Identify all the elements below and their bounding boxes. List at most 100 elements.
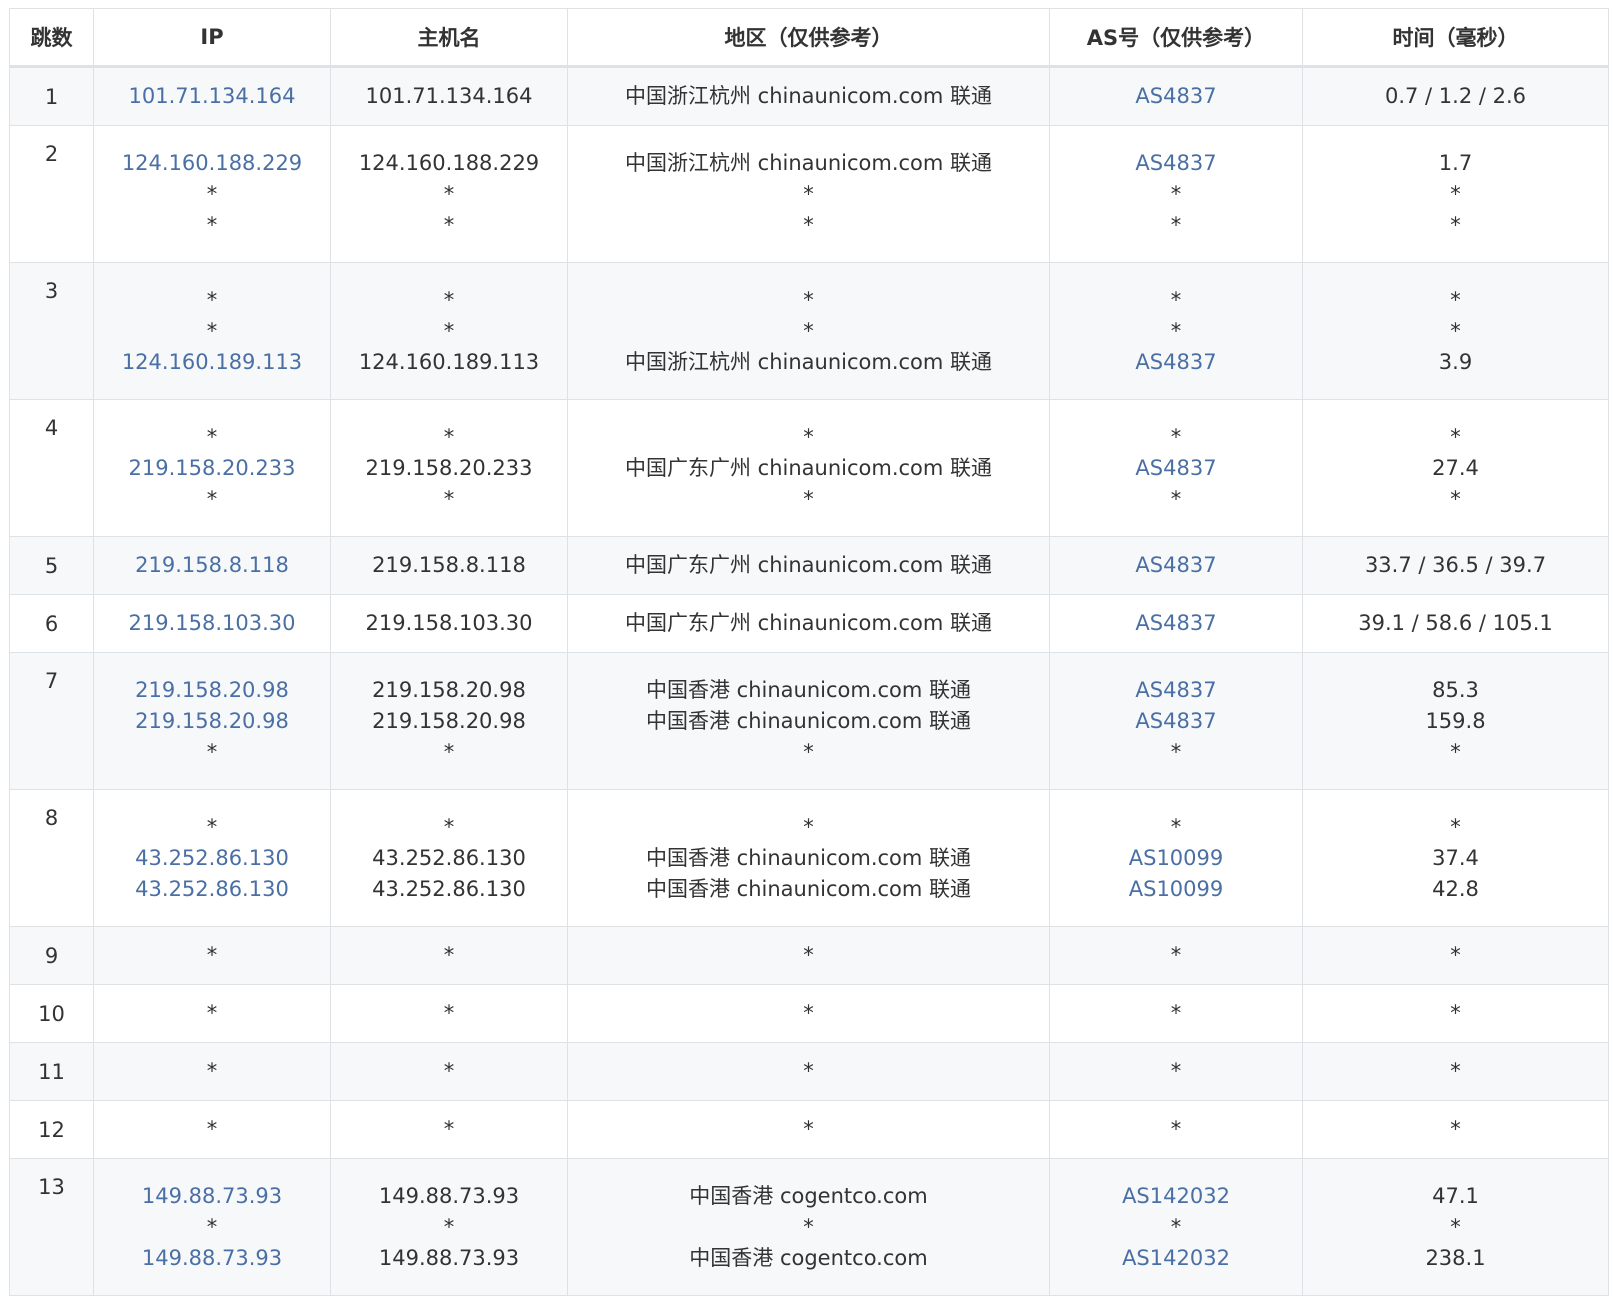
region-cell: 中国广东广州 chinaunicom.com 联通 xyxy=(567,536,1050,595)
latency-value: 3.9 xyxy=(1438,349,1473,374)
timeout-marker: * xyxy=(803,181,814,206)
timeout-marker: * xyxy=(1450,424,1461,449)
hostname-cell: * xyxy=(330,984,568,1043)
ip-link[interactable]: 124.160.188.229 xyxy=(100,148,324,179)
timeout-marker: * xyxy=(206,287,218,312)
latency-value: 33.7 / 36.5 / 39.7 xyxy=(1364,553,1547,577)
hostname-value: 149.88.73.93 xyxy=(378,1245,520,1270)
timeout-marker: * xyxy=(206,1059,218,1083)
ip-link[interactable]: 219.158.20.98 xyxy=(100,706,324,737)
as-number-link[interactable]: AS4837 xyxy=(1056,608,1296,639)
hostname-cell: 219.158.103.30 xyxy=(330,594,568,653)
ip-link[interactable]: 219.158.20.233 xyxy=(100,453,324,484)
timeout-marker: * xyxy=(1450,1059,1461,1083)
hostname-value: 219.158.20.98 xyxy=(372,708,526,733)
header-hop: 跳数 xyxy=(9,8,94,68)
timeout-marker: * xyxy=(1450,212,1461,237)
ip-cell: * xyxy=(93,1100,331,1159)
header-row: 跳数 IP 主机名 地区（仅供参考） AS号（仅供参考） 时间（毫秒） xyxy=(9,8,1609,68)
region-value: 中国香港 cogentco.com xyxy=(689,1245,928,1270)
as-number-link[interactable]: AS4837 xyxy=(1056,81,1296,112)
as-number-link[interactable]: AS4837 xyxy=(1056,706,1296,737)
as-number-cell: * AS10099 AS10099 xyxy=(1049,789,1303,927)
timeout-marker: * xyxy=(443,814,455,839)
as-number-link[interactable]: AS4837 xyxy=(1056,453,1296,484)
hostname-cell: 124.160.188.229 * * xyxy=(330,125,568,263)
as-number-link[interactable]: AS4837 xyxy=(1056,550,1296,581)
region-cell: * * 中国浙江杭州 chinaunicom.com 联通 xyxy=(567,262,1050,400)
hop-number: 2 xyxy=(9,125,94,263)
latency-cell: * xyxy=(1302,1100,1609,1159)
hop-number: 8 xyxy=(9,789,94,927)
as-number-link[interactable]: AS142032 xyxy=(1056,1243,1296,1274)
ip-link[interactable]: 219.158.8.118 xyxy=(100,550,324,581)
ip-link[interactable]: 149.88.73.93 xyxy=(100,1243,324,1274)
as-number-link[interactable]: AS4837 xyxy=(1056,347,1296,378)
as-number-cell: AS4837 AS4837 * xyxy=(1049,652,1303,790)
as-number-cell: * xyxy=(1049,926,1303,985)
hostname-cell: 149.88.73.93 * 149.88.73.93 xyxy=(330,1158,568,1296)
as-number-cell: * AS4837 * xyxy=(1049,399,1303,537)
as-number-cell: AS4837 * * xyxy=(1049,125,1303,263)
timeout-marker: * xyxy=(803,814,814,839)
hop-number: 11 xyxy=(9,1042,94,1101)
region-value: 中国香港 chinaunicom.com 联通 xyxy=(645,845,972,870)
as-number-link[interactable]: AS4837 xyxy=(1056,148,1296,179)
table-body: 1 101.71.134.164 101.71.134.164 中国浙江杭州 chin… xyxy=(9,66,1609,1296)
region-value: 中国浙江杭州 chinaunicom.com 联通 xyxy=(624,84,993,108)
hop-number: 5 xyxy=(9,536,94,595)
ip-link[interactable]: 43.252.86.130 xyxy=(100,874,324,905)
ip-link[interactable]: 124.160.189.113 xyxy=(100,347,324,378)
timeout-marker: * xyxy=(1170,814,1182,839)
region-cell: 中国浙江杭州 chinaunicom.com 联通 xyxy=(567,66,1050,126)
hostname-value: 149.88.73.93 xyxy=(378,1183,520,1208)
ip-link[interactable]: 149.88.73.93 xyxy=(100,1181,324,1212)
as-number-cell: * xyxy=(1049,1100,1303,1159)
as-number-cell: AS4837 xyxy=(1049,536,1303,595)
timeout-marker: * xyxy=(1450,1214,1461,1239)
timeout-marker: * xyxy=(1170,424,1182,449)
header-ip: IP xyxy=(93,8,331,68)
ip-link[interactable]: 219.158.20.98 xyxy=(100,675,324,706)
region-value: 中国广东广州 chinaunicom.com 联通 xyxy=(624,553,993,577)
hop-number: 3 xyxy=(9,262,94,400)
ip-link[interactable]: 101.71.134.164 xyxy=(100,81,324,112)
hostname-value: 219.158.20.98 xyxy=(372,677,526,702)
hop-number: 4 xyxy=(9,399,94,537)
hop-number: 10 xyxy=(9,984,94,1043)
timeout-marker: * xyxy=(1450,1117,1461,1141)
as-number-link[interactable]: AS142032 xyxy=(1056,1181,1296,1212)
timeout-marker: * xyxy=(1450,486,1461,511)
latency-cell: 39.1 / 58.6 / 105.1 xyxy=(1302,594,1609,653)
timeout-marker: * xyxy=(1450,1001,1461,1025)
region-cell: * xyxy=(567,1100,1050,1159)
timeout-marker: * xyxy=(1450,181,1461,206)
hostname-value: 101.71.134.164 xyxy=(365,84,533,108)
timeout-marker: * xyxy=(206,739,218,764)
timeout-marker: * xyxy=(1170,943,1182,967)
as-number-cell: AS4837 xyxy=(1049,594,1303,653)
timeout-marker: * xyxy=(443,318,455,343)
latency-value: 85.3 xyxy=(1432,677,1479,702)
as-number-link[interactable]: AS10099 xyxy=(1056,843,1296,874)
ip-cell: 101.71.134.164 xyxy=(93,66,331,126)
ip-cell: * 43.252.86.130 43.252.86.130 xyxy=(93,789,331,927)
latency-value: 0.7 / 1.2 / 2.6 xyxy=(1384,84,1527,108)
hostname-cell: * xyxy=(330,1042,568,1101)
as-number-link[interactable]: AS10099 xyxy=(1056,874,1296,905)
hostname-cell: * xyxy=(330,926,568,985)
hostname-value: 43.252.86.130 xyxy=(372,876,526,901)
ip-cell: 124.160.188.229 * * xyxy=(93,125,331,263)
timeout-marker: * xyxy=(803,424,814,449)
timeout-marker: * xyxy=(1170,318,1182,343)
timeout-marker: * xyxy=(443,181,455,206)
hostname-cell: * 219.158.20.233 * xyxy=(330,399,568,537)
ip-link[interactable]: 43.252.86.130 xyxy=(100,843,324,874)
latency-cell: 0.7 / 1.2 / 2.6 xyxy=(1302,66,1609,126)
as-number-link[interactable]: AS4837 xyxy=(1056,675,1296,706)
timeout-marker: * xyxy=(1170,1001,1182,1025)
as-number-cell: AS142032 * AS142032 xyxy=(1049,1158,1303,1296)
timeout-marker: * xyxy=(803,943,814,967)
ip-link[interactable]: 219.158.103.30 xyxy=(100,608,324,639)
hostname-value: 124.160.188.229 xyxy=(358,150,540,175)
